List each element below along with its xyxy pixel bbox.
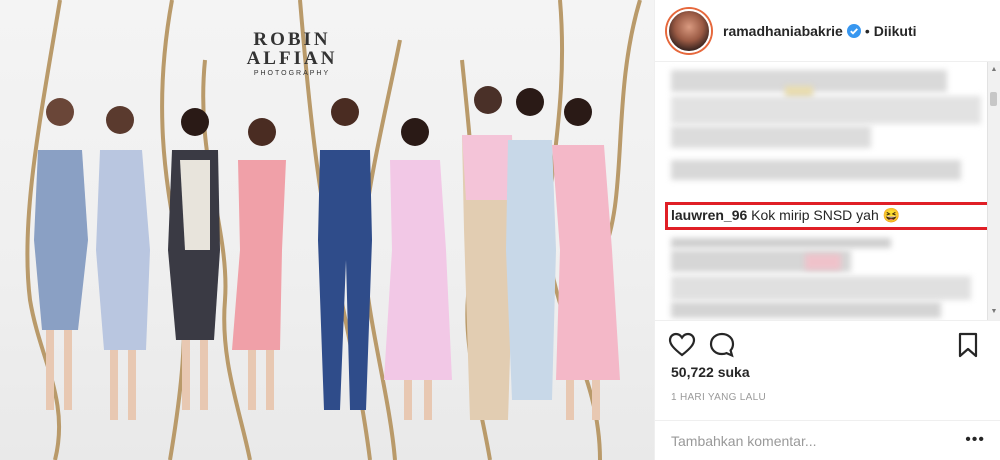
bookmark-icon[interactable] xyxy=(953,330,983,360)
watermark-line-3: PHOTOGRAPHY xyxy=(253,70,331,77)
likes-count[interactable]: 50,722 suka xyxy=(671,364,750,380)
post-sidebar: ramadhaniabakrie • Diikuti lauwren_96 Ko… xyxy=(654,0,1000,460)
add-comment-bar: Tambahkan komentar... ••• xyxy=(655,420,1000,460)
verified-icon xyxy=(846,23,861,38)
follow-status-button[interactable]: Diikuti xyxy=(874,23,917,39)
instagram-post: ROBIN ALFIAN PHOTOGRAPHY ramadhaniabakri… xyxy=(0,0,1000,460)
post-timestamp[interactable]: 1 HARI YANG LALU xyxy=(671,392,766,403)
scroll-up-icon[interactable]: ▲ xyxy=(988,64,1000,76)
photographer-watermark: ROBIN ALFIAN PHOTOGRAPHY xyxy=(244,30,340,77)
post-header: ramadhaniabakrie • Diikuti xyxy=(655,0,1000,62)
add-comment-input[interactable]: Tambahkan komentar... xyxy=(671,433,817,449)
more-icon[interactable]: ••• xyxy=(965,431,985,449)
blurred-comment xyxy=(671,96,981,124)
header-separator: • xyxy=(864,22,870,39)
scrollbar-thumb[interactable] xyxy=(990,92,997,106)
action-bar xyxy=(655,320,1000,368)
comment-icon[interactable] xyxy=(707,330,737,360)
post-photo[interactable]: ROBIN ALFIAN PHOTOGRAPHY xyxy=(0,0,654,460)
scroll-down-icon[interactable]: ▼ xyxy=(988,306,1000,318)
blurred-comment-accent xyxy=(805,254,841,270)
username-link[interactable]: ramadhaniabakrie xyxy=(723,23,843,39)
blurred-comment xyxy=(671,276,971,300)
highlighted-comment: lauwren_96 Kok mirip SNSD yah 😆 xyxy=(671,207,900,224)
watermark-line-2: ALFIAN xyxy=(246,48,338,69)
blurred-comment xyxy=(671,126,871,148)
comment-emoji: 😆 xyxy=(882,207,901,223)
avatar[interactable] xyxy=(667,8,711,53)
blurred-comment xyxy=(671,160,961,180)
heart-icon[interactable] xyxy=(667,330,697,360)
blurred-comment xyxy=(671,302,941,318)
watermark-line-1: ROBIN xyxy=(253,29,331,50)
comment-text: Kok mirip SNSD yah xyxy=(751,207,879,223)
comments-list[interactable]: lauwren_96 Kok mirip SNSD yah 😆 xyxy=(655,62,1000,320)
blurred-comment xyxy=(671,238,891,248)
comment-username[interactable]: lauwren_96 xyxy=(671,207,747,223)
comments-scrollbar[interactable]: ▲ ▼ xyxy=(987,62,1000,320)
